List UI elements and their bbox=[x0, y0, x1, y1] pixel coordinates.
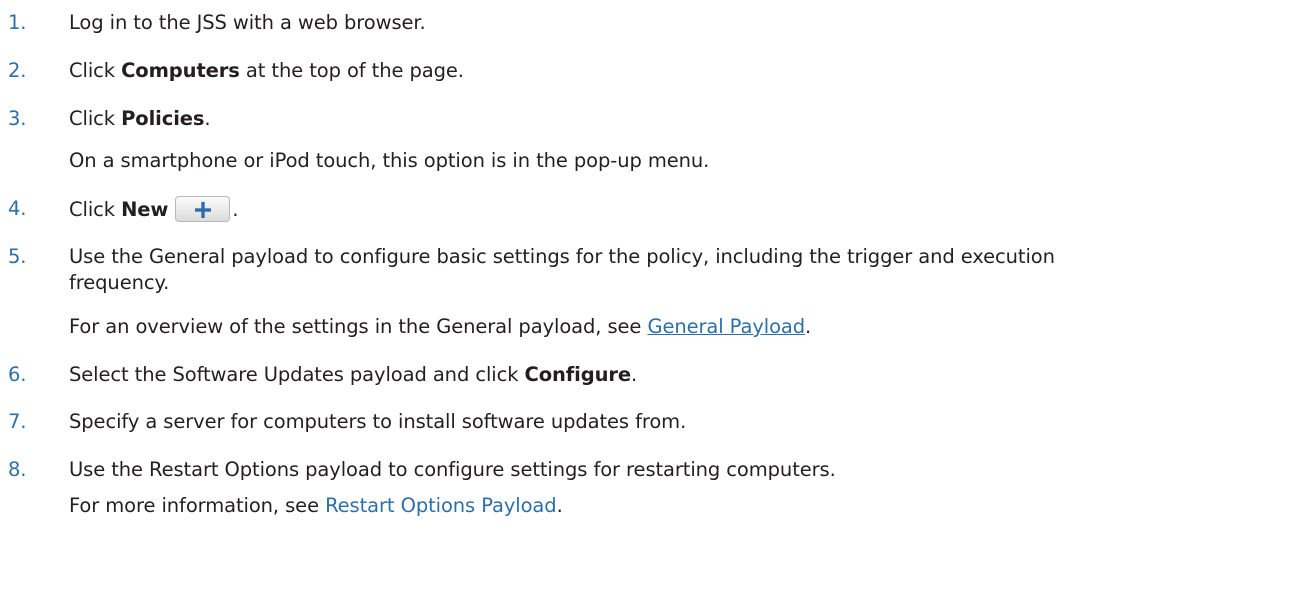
ui-term-computers: Computers bbox=[121, 59, 240, 82]
step-text: Click Computers at the top of the page. bbox=[69, 59, 464, 82]
step-note: For more information, see Restart Option… bbox=[69, 494, 563, 517]
step-number: 4. bbox=[8, 197, 27, 220]
step-text: Use the General payload to configure bas… bbox=[69, 245, 1055, 294]
ui-term-configure: Configure bbox=[524, 363, 632, 386]
step-number: 6. bbox=[8, 363, 27, 386]
step-note: For an overview of the settings in the G… bbox=[69, 315, 812, 338]
new-button-image bbox=[175, 196, 231, 222]
step-text: Click New. bbox=[69, 196, 239, 222]
plus-icon bbox=[195, 202, 212, 218]
general-payload-link[interactable]: General Payload bbox=[647, 315, 805, 338]
ui-term-policies: Policies bbox=[121, 107, 205, 130]
step-number: 8. bbox=[8, 458, 27, 481]
step-note: On a smartphone or iPod touch, this opti… bbox=[69, 149, 710, 172]
step-text: Click Policies. bbox=[69, 107, 211, 130]
step-text: Select the Software Updates payload and … bbox=[69, 363, 638, 386]
ui-term-new: New bbox=[121, 198, 169, 221]
step-text: Use the Restart Options payload to confi… bbox=[69, 458, 836, 481]
step-number: 2. bbox=[8, 59, 27, 82]
step-number: 1. bbox=[8, 11, 27, 34]
step-number: 7. bbox=[8, 410, 27, 433]
step-number: 3. bbox=[8, 107, 27, 130]
step-text: Log in to the JSS with a web browser. bbox=[69, 11, 426, 34]
restart-options-payload-link[interactable]: Restart Options Payload bbox=[325, 494, 557, 517]
step-text: Specify a server for computers to instal… bbox=[69, 410, 687, 433]
step-number: 5. bbox=[8, 245, 27, 268]
